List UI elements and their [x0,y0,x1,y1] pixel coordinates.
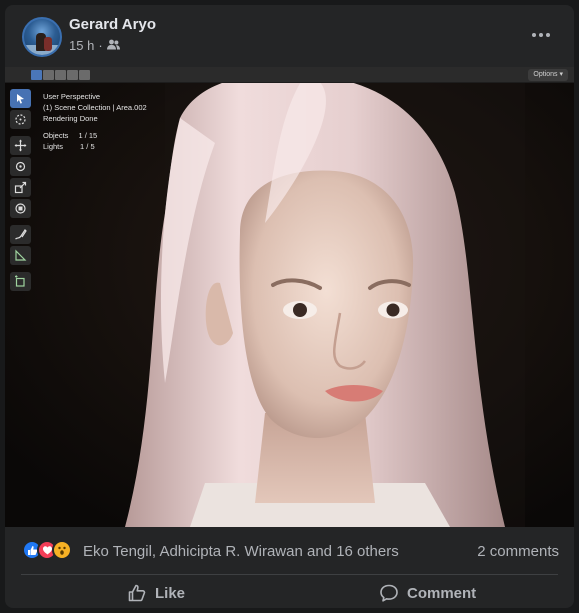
annotate-icon[interactable] [10,225,31,244]
comment-icon [380,584,398,602]
comment-button[interactable]: Comment [379,578,476,608]
like-button[interactable]: Like [127,578,185,608]
divider [21,574,558,575]
scene-collection-label: (1) Scene Collection | Area.002 [43,103,147,112]
view-mode-label: User Perspective [43,92,101,101]
viewport-options-button[interactable]: Options [528,69,568,81]
transform-icon[interactable] [10,199,31,218]
scale-icon[interactable] [10,178,31,197]
add-cube-icon[interactable] [10,272,31,291]
lights-stat: Lights 1 / 5 [43,142,95,151]
post-card: Gerard Aryo 15 h · Options ▾ User Perspe… [5,5,574,608]
reaction-icons[interactable] [22,540,72,560]
comments-count[interactable]: 2 comments [477,543,559,560]
post-meta: 15 h · [69,38,120,53]
move-icon[interactable] [10,136,31,155]
friends-icon [106,38,120,53]
rotate-icon[interactable] [10,157,31,176]
blender-toolbar [10,89,33,291]
select-mode-icons[interactable] [31,70,90,80]
measure-icon[interactable] [10,246,31,265]
viewport-header: Options [5,67,574,83]
post-actions: Like Comment [5,578,574,608]
objects-stat: Objects 1 / 15 [43,131,98,140]
wow-reaction-icon[interactable] [52,540,72,560]
render-status-label: Rendering Done [43,114,98,123]
post-header: Gerard Aryo 15 h · [5,5,574,67]
select-box-icon[interactable] [10,89,31,108]
cursor-icon[interactable] [10,110,31,129]
reactions-bar: Eko Tengil, Adhicipta R. Wirawan and 16 … [5,539,574,567]
viewport-info-overlay: User Perspective (1) Scene Collection | … [43,91,147,152]
like-icon [128,584,146,602]
more-options-icon[interactable] [526,25,556,45]
author-name[interactable]: Gerard Aryo [69,16,156,33]
post-time[interactable]: 15 h [69,38,94,53]
avatar[interactable] [22,17,62,57]
post-image[interactable]: Options ▾ User Perspective (1) Scene Col… [5,67,574,527]
reaction-names[interactable]: Eko Tengil, Adhicipta R. Wirawan and 16 … [83,543,399,560]
